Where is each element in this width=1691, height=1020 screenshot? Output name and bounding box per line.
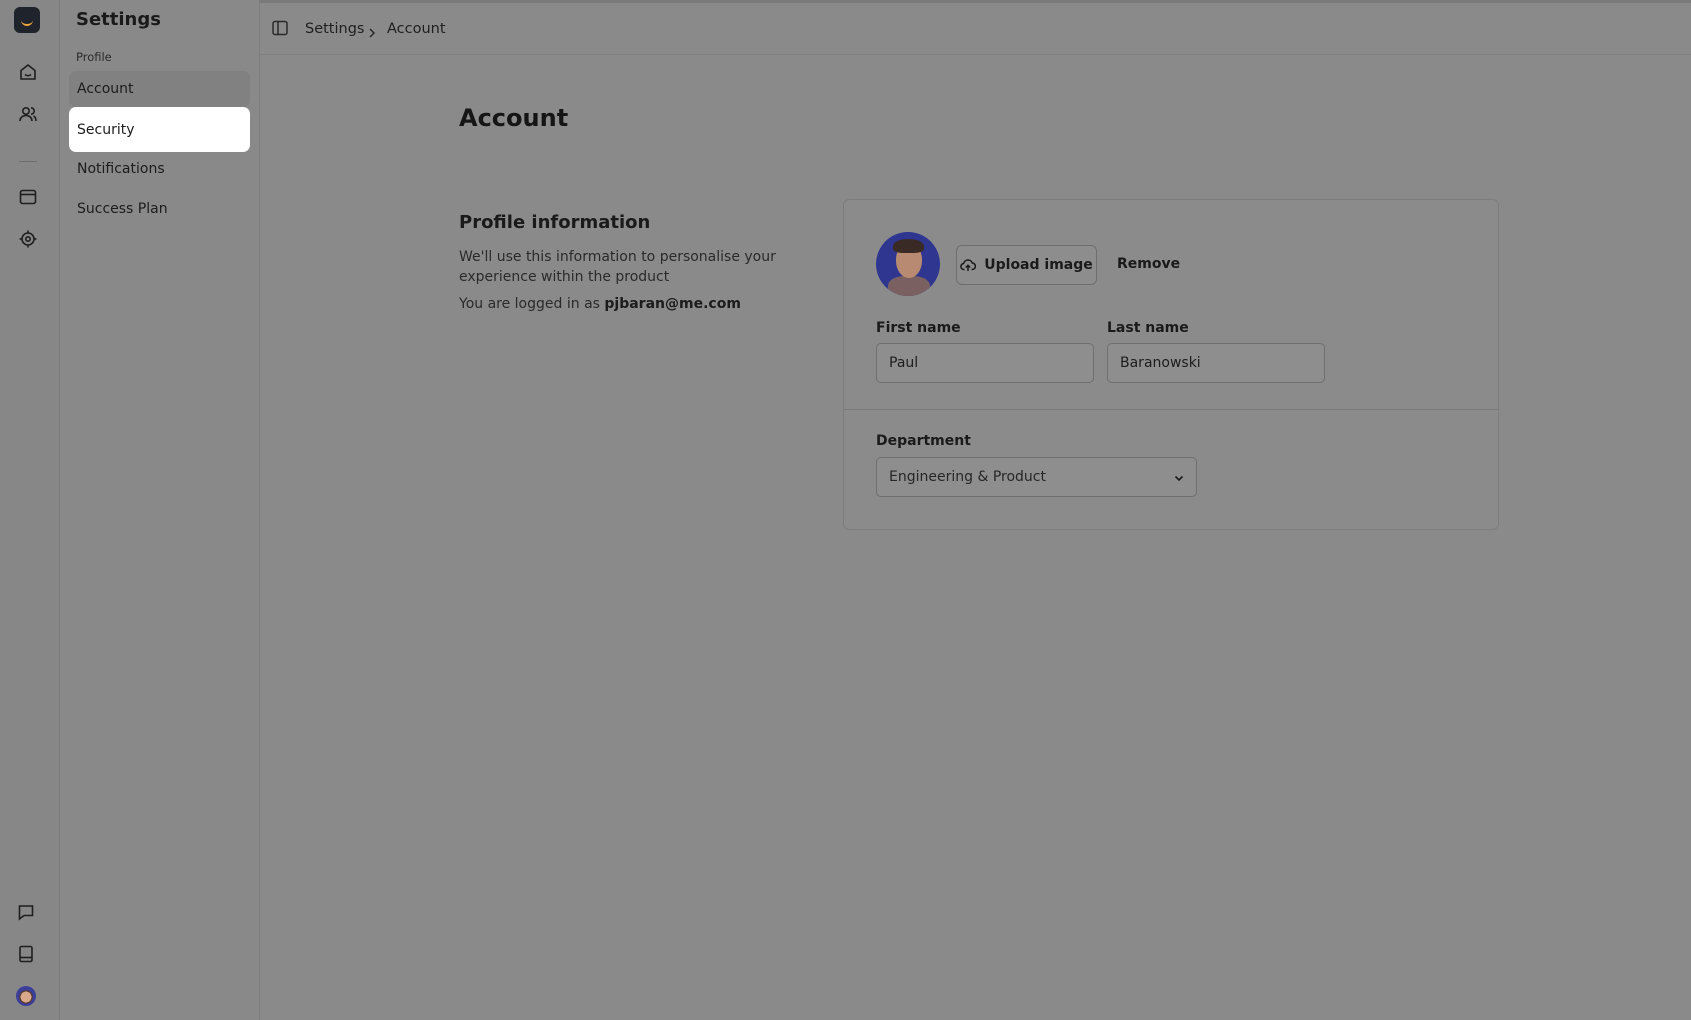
upload-image-button[interactable]: Upload image xyxy=(956,245,1097,285)
last-name-label: Last name xyxy=(1107,320,1189,336)
profile-card: Upload image Remove First name Last name… xyxy=(843,199,1499,530)
page-title: Account xyxy=(459,104,569,132)
sidebar-toggle-icon[interactable] xyxy=(271,19,289,37)
sidebar-item-security[interactable]: Security xyxy=(69,107,250,152)
sidebar-item-label: Security xyxy=(77,121,135,138)
top-bar: Settings Account xyxy=(260,0,1691,55)
department-value: Engineering & Product xyxy=(889,469,1046,485)
sidebar-item-label: Account xyxy=(77,81,134,97)
first-name-label: First name xyxy=(876,320,961,336)
logged-in-email: pjbaran@me.com xyxy=(604,296,741,312)
sidebar-item-label: Notifications xyxy=(77,161,165,177)
profile-avatar xyxy=(876,232,940,296)
rail-divider xyxy=(19,161,37,162)
window-icon[interactable] xyxy=(14,183,42,211)
remove-image-button[interactable]: Remove xyxy=(1117,256,1180,272)
breadcrumb-current: Account xyxy=(387,21,446,37)
last-name-field[interactable] xyxy=(1107,343,1325,383)
sidebar-title: Settings xyxy=(76,9,161,30)
breadcrumb-settings[interactable]: Settings xyxy=(305,21,364,37)
users-icon[interactable] xyxy=(14,100,42,128)
cloud-upload-icon xyxy=(960,259,977,271)
settings-sidebar: Settings Profile Account Security Notifi… xyxy=(60,0,260,1020)
chevron-down-icon xyxy=(1174,475,1184,482)
card-divider xyxy=(844,409,1498,410)
logged-in-prefix: You are logged in as xyxy=(459,296,600,312)
section-title: Profile information xyxy=(459,212,651,233)
user-avatar[interactable] xyxy=(16,986,36,1006)
sidebar-item-notifications[interactable]: Notifications xyxy=(69,151,250,187)
section-description: We'll use this information to personalis… xyxy=(459,249,776,285)
icon-rail xyxy=(0,0,60,1020)
sidebar-item-account[interactable]: Account xyxy=(69,71,250,107)
upload-image-label: Upload image xyxy=(984,257,1093,273)
app-logo[interactable] xyxy=(14,7,40,33)
sidebar-section-label: Profile xyxy=(76,50,112,64)
target-icon[interactable] xyxy=(14,225,42,253)
department-label: Department xyxy=(876,433,971,449)
chevron-right-icon xyxy=(366,24,378,38)
chat-icon[interactable] xyxy=(12,898,40,926)
first-name-field[interactable] xyxy=(876,343,1094,383)
logged-in-line: You are logged in as pjbaran@me.com xyxy=(459,296,741,312)
home-icon[interactable] xyxy=(14,58,42,86)
department-select[interactable]: Engineering & Product xyxy=(876,457,1197,497)
sidebar-item-label: Success Plan xyxy=(77,201,168,217)
book-icon[interactable] xyxy=(12,940,40,968)
sidebar-item-success-plan[interactable]: Success Plan xyxy=(69,191,250,227)
